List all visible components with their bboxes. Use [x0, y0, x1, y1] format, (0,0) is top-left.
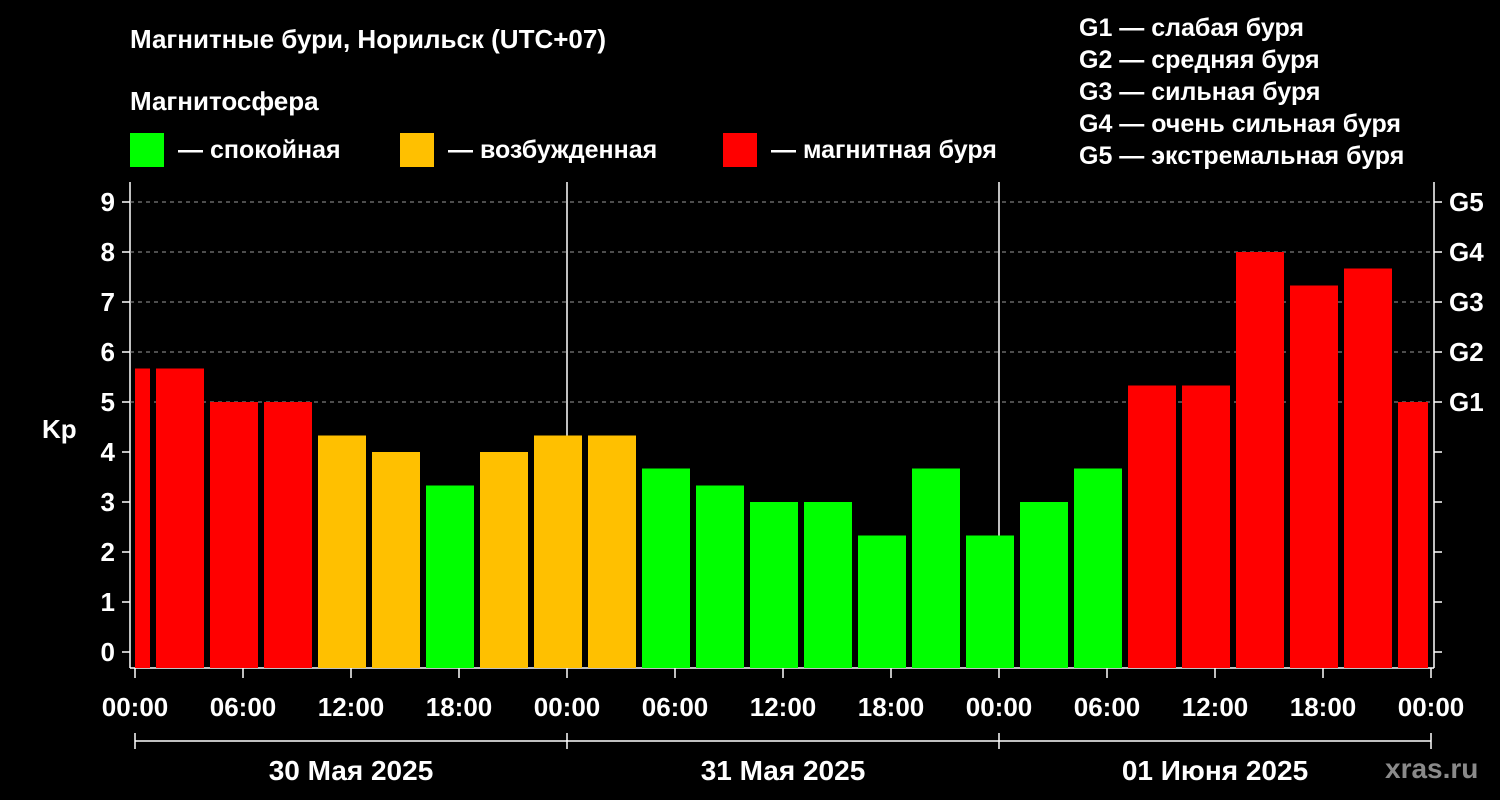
- y-tick-label: 1: [101, 587, 115, 617]
- y-tick-label: 2: [101, 537, 115, 567]
- y-tick-label: 4: [101, 437, 116, 467]
- kp-bar: [1398, 402, 1428, 668]
- g-level-label: G2: [1449, 337, 1484, 367]
- x-tick-label: 00:00: [102, 692, 169, 722]
- x-tick-label: 06:00: [1074, 692, 1141, 722]
- day-label: 01 Июня 2025: [1122, 755, 1308, 786]
- kp-bar: [966, 535, 1014, 668]
- g-level-label: G5: [1449, 187, 1484, 217]
- kp-bar: [1236, 252, 1284, 668]
- y-axis-label: Kp: [42, 414, 77, 444]
- y-tick-label: 7: [101, 287, 115, 317]
- x-tick-label: 00:00: [966, 692, 1033, 722]
- kp-bar: [1290, 285, 1338, 668]
- kp-bar: [1020, 502, 1068, 668]
- x-tick-label: 00:00: [1398, 692, 1465, 722]
- y-tick-label: 3: [101, 487, 115, 517]
- x-tick-label: 18:00: [858, 692, 925, 722]
- x-tick-label: 12:00: [318, 692, 385, 722]
- kp-bar: [318, 435, 366, 668]
- kp-bar: [1128, 385, 1176, 668]
- kp-bar: [480, 452, 528, 668]
- y-tick-label: 8: [101, 237, 115, 267]
- x-tick-label: 18:00: [1290, 692, 1357, 722]
- kp-bar: [912, 468, 960, 668]
- y-tick-label: 5: [101, 387, 115, 417]
- g-level-label: G3: [1449, 287, 1484, 317]
- day-label: 31 Мая 2025: [701, 755, 866, 786]
- kp-bar: [858, 535, 906, 668]
- kp-bar: [210, 402, 258, 668]
- y-tick-label: 9: [101, 187, 115, 217]
- g-level-label: G1: [1449, 387, 1484, 417]
- x-tick-label: 12:00: [1182, 692, 1249, 722]
- kp-bar: [804, 502, 852, 668]
- kp-bar: [534, 435, 582, 668]
- x-tick-label: 06:00: [210, 692, 277, 722]
- kp-bar-chart: 0 1 2 3 4 5 6 7 8 9 G1 G2 G3 G4 G5 Kp 00:00 06:00 12:00 18:…: [42, 182, 1484, 786]
- x-tick-label: 06:00: [642, 692, 709, 722]
- kp-bar: [426, 485, 474, 668]
- g-level-label: G4: [1449, 237, 1484, 267]
- x-tick-label: 00:00: [534, 692, 601, 722]
- y-tick-label: 0: [101, 637, 115, 667]
- kp-bar: [372, 452, 420, 668]
- y-tick-label: 6: [101, 337, 115, 367]
- watermark: xras.ru: [1385, 753, 1479, 784]
- kp-bar: [135, 368, 150, 668]
- x-tick-label: 12:00: [750, 692, 817, 722]
- kp-bar: [696, 485, 744, 668]
- kp-bar: [156, 368, 204, 668]
- kp-bar: [750, 502, 798, 668]
- kp-bar: [1182, 385, 1230, 668]
- kp-bar: [642, 468, 690, 668]
- kp-bar: [1074, 468, 1122, 668]
- kp-bar: [264, 402, 312, 668]
- x-tick-label: 18:00: [426, 692, 493, 722]
- kp-bar: [588, 435, 636, 668]
- day-label: 30 Мая 2025: [269, 755, 434, 786]
- kp-bar: [1344, 268, 1392, 668]
